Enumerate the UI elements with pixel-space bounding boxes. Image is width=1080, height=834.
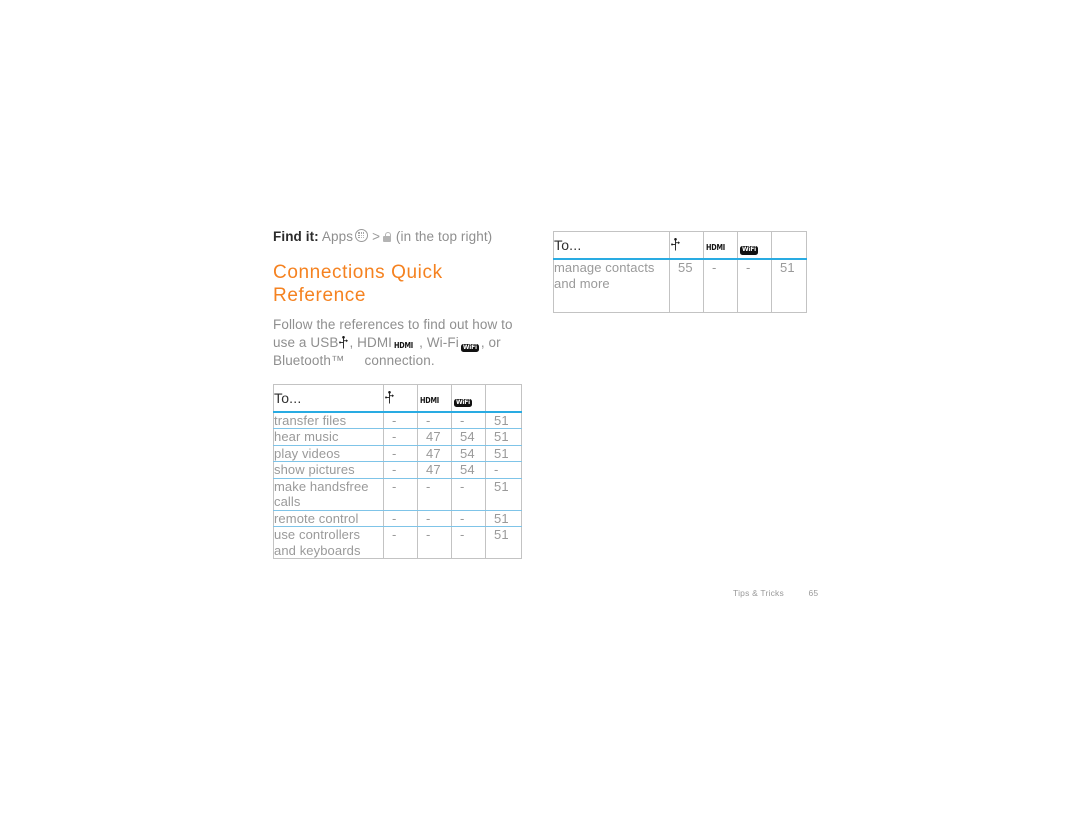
- column-header-wifi: WiFi: [737, 231, 772, 260]
- hdmi-logo-icon: HDMI: [420, 395, 439, 405]
- find-it-apps-label: Apps: [321, 229, 354, 244]
- find-it-line: Find it: Apps > (in the top right): [273, 228, 523, 245]
- table-row: make handsfree calls - - - 51: [273, 478, 522, 511]
- find-it-separator: >: [372, 229, 381, 244]
- cell-task: show pictures: [273, 461, 384, 479]
- usb-trident-icon: [671, 234, 680, 251]
- cell-bluetooth: 51: [485, 526, 522, 559]
- table-row: show pictures - 47 54 -: [273, 461, 522, 479]
- table-row: use controllers and keyboards - - - 51: [273, 526, 522, 559]
- page-title: Connections Quick Reference: [273, 262, 443, 306]
- cell-task: play videos: [273, 445, 384, 462]
- column-header-to: To...: [553, 231, 670, 260]
- usb-trident-icon: [339, 335, 349, 349]
- intro-hdmi-text: , HDMI: [349, 334, 393, 350]
- find-it-trailing: (in the top right): [395, 229, 493, 244]
- cell-hdmi: -: [417, 510, 452, 527]
- manual-page: Find it: Apps > (in the top right) Conne…: [0, 0, 1080, 834]
- cell-bluetooth: 51: [771, 259, 807, 313]
- cell-usb: -: [383, 478, 418, 511]
- intro-usb-text: use a USB: [273, 334, 339, 350]
- cell-wifi: -: [451, 411, 486, 429]
- hdmi-logo-icon: HDMI: [394, 340, 413, 350]
- table-body-left: transfer files - - - 51 hear music - 47 …: [273, 411, 522, 559]
- column-header-hdmi: HDMI: [703, 231, 738, 260]
- cell-bluetooth: -: [485, 461, 522, 479]
- cell-wifi: 54: [451, 428, 486, 446]
- table-row: remote control - - - 51: [273, 510, 522, 527]
- column-header-hdmi: HDMI: [417, 384, 452, 413]
- cell-task: transfer files: [273, 411, 384, 429]
- cell-wifi: 54: [451, 445, 486, 462]
- cell-usb: -: [383, 445, 418, 462]
- cell-hdmi: -: [417, 478, 452, 511]
- cell-usb: 55: [669, 259, 704, 313]
- cell-hdmi: -: [703, 259, 738, 313]
- lock-icon[interactable]: [383, 232, 392, 242]
- intro-line-1: Follow the references to find out how to: [273, 317, 513, 332]
- cell-task: use controllers and keyboards: [273, 526, 384, 559]
- cell-bluetooth: 51: [485, 411, 522, 429]
- column-header-bluetooth: [771, 231, 807, 260]
- cell-task: manage contacts and more: [553, 259, 670, 313]
- cell-task: hear music: [273, 428, 384, 446]
- cell-bluetooth: 51: [485, 445, 522, 462]
- find-it-label: Find it:: [273, 229, 319, 244]
- intro-paragraph: Follow the references to find out how to…: [273, 316, 523, 370]
- connections-table-left: To... HDMI WiFi transfer files - - - 51 …: [273, 383, 522, 559]
- column-header-usb: [669, 231, 704, 260]
- table-row: hear music - 47 54 51: [273, 428, 522, 446]
- cell-task: remote control: [273, 510, 384, 527]
- cell-usb: -: [383, 510, 418, 527]
- table-row: transfer files - - - 51: [273, 411, 522, 429]
- cell-hdmi: -: [417, 411, 452, 429]
- table-header-row: To... HDMI WiFi: [273, 384, 522, 413]
- cell-bluetooth: 51: [485, 510, 522, 527]
- apps-grid-circle-icon[interactable]: [355, 229, 369, 242]
- cell-usb: -: [383, 461, 418, 479]
- cell-wifi: -: [737, 259, 772, 313]
- footer-section-label: Tips & Tricks: [733, 588, 784, 598]
- table-header-row: To... HDMI WiFi: [553, 231, 807, 260]
- hdmi-logo-icon: HDMI: [706, 243, 725, 252]
- cell-hdmi: 47: [417, 428, 452, 446]
- cell-hdmi: 47: [417, 445, 452, 462]
- usb-trident-icon: [385, 387, 394, 403]
- left-column: Find it: Apps > (in the top right) Conne…: [273, 228, 523, 559]
- wifi-badge-icon: WiFi: [740, 246, 759, 255]
- column-header-to: To...: [273, 384, 384, 413]
- wifi-badge-icon: WiFi: [460, 343, 479, 352]
- intro-connection-text: connection.: [364, 353, 435, 368]
- table-body-right: manage contacts and more 55 - - 51: [553, 259, 807, 313]
- cell-wifi: 54: [451, 461, 486, 479]
- table-row: play videos - 47 54 51: [273, 445, 522, 462]
- page-footer: Tips & Tricks 65: [733, 588, 818, 598]
- cell-hdmi: 47: [417, 461, 452, 479]
- cell-usb: -: [383, 428, 418, 446]
- cell-wifi: -: [451, 510, 486, 527]
- cell-usb: -: [383, 526, 418, 559]
- cell-bluetooth: 51: [485, 478, 522, 511]
- column-header-bluetooth: [485, 384, 522, 413]
- table-row: manage contacts and more 55 - - 51: [553, 259, 807, 313]
- column-header-wifi: WiFi: [451, 384, 486, 413]
- intro-bluetooth-text: Bluetooth™: [273, 353, 345, 368]
- intro-wifi-text: , Wi-Fi: [419, 334, 459, 350]
- cell-usb: -: [383, 411, 418, 429]
- cell-bluetooth: 51: [485, 428, 522, 446]
- intro-or-text: , or: [480, 334, 501, 350]
- cell-wifi: -: [451, 526, 486, 559]
- footer-page-number: 65: [808, 588, 819, 598]
- cell-wifi: -: [451, 478, 486, 511]
- connections-table-right: To... HDMI WiFi manage contacts and more…: [553, 231, 807, 313]
- wifi-badge-icon: WiFi: [454, 398, 473, 407]
- column-header-usb: [383, 384, 418, 413]
- right-column: To... HDMI WiFi manage contacts and more…: [553, 231, 808, 313]
- cell-hdmi: -: [417, 526, 452, 559]
- cell-task: make handsfree calls: [273, 478, 384, 511]
